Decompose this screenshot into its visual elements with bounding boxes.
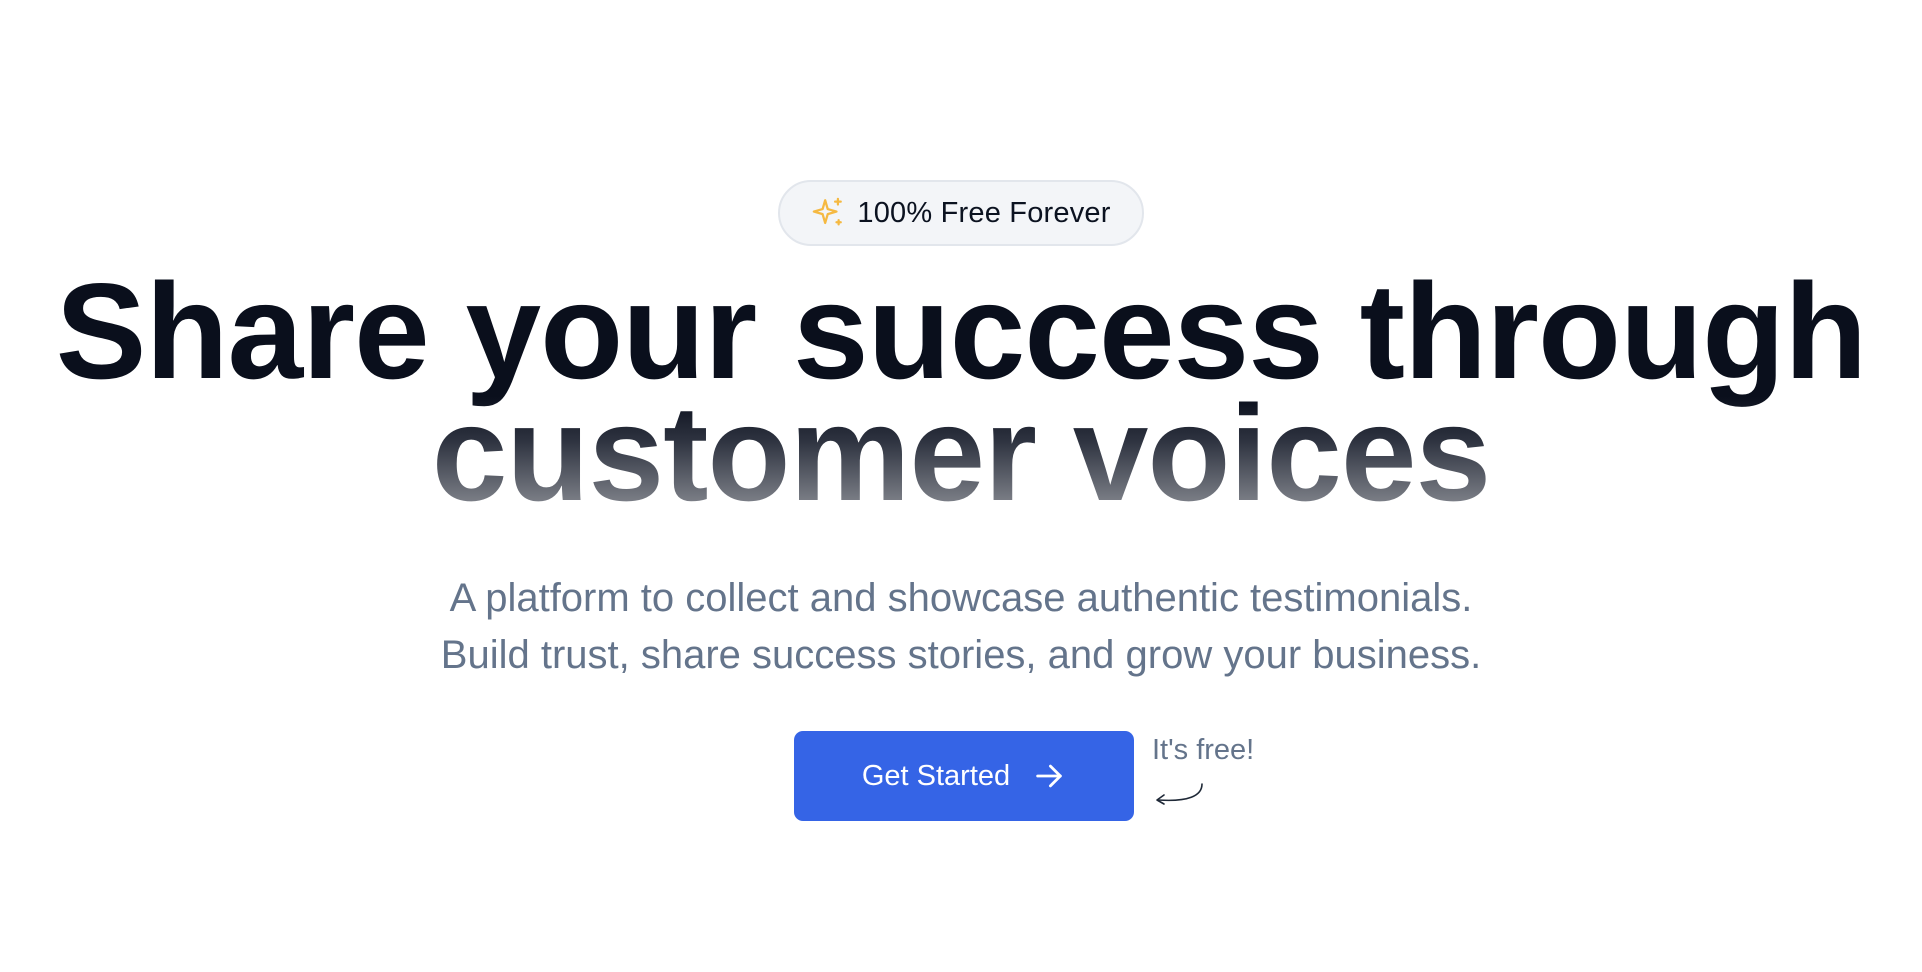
headline-line-1: Share your success through [55,255,1867,407]
subtitle-line-1: A platform to collect and showcase authe… [449,576,1473,620]
badge-text: 100% Free Forever [857,196,1111,229]
get-started-button[interactable]: Get Started [794,731,1134,821]
arrow-right-icon [1036,764,1062,788]
get-started-label: Get Started [861,759,1011,792]
free-badge: 100% Free Forever [778,180,1144,246]
hero-section: 100% Free Forever Share your success thr… [0,0,1922,972]
free-note: It's free! [1152,734,1255,766]
hero-headline: Share your success through customer voic… [0,270,1922,514]
hero-subtitle: A platform to collect and showcase authe… [0,570,1922,684]
sparkle-icon [813,197,843,226]
curved-arrow-icon [1156,783,1203,805]
headline-line-2: customer voices [431,377,1491,529]
subtitle-line-2: Build trust, share success stories, and … [440,633,1482,677]
